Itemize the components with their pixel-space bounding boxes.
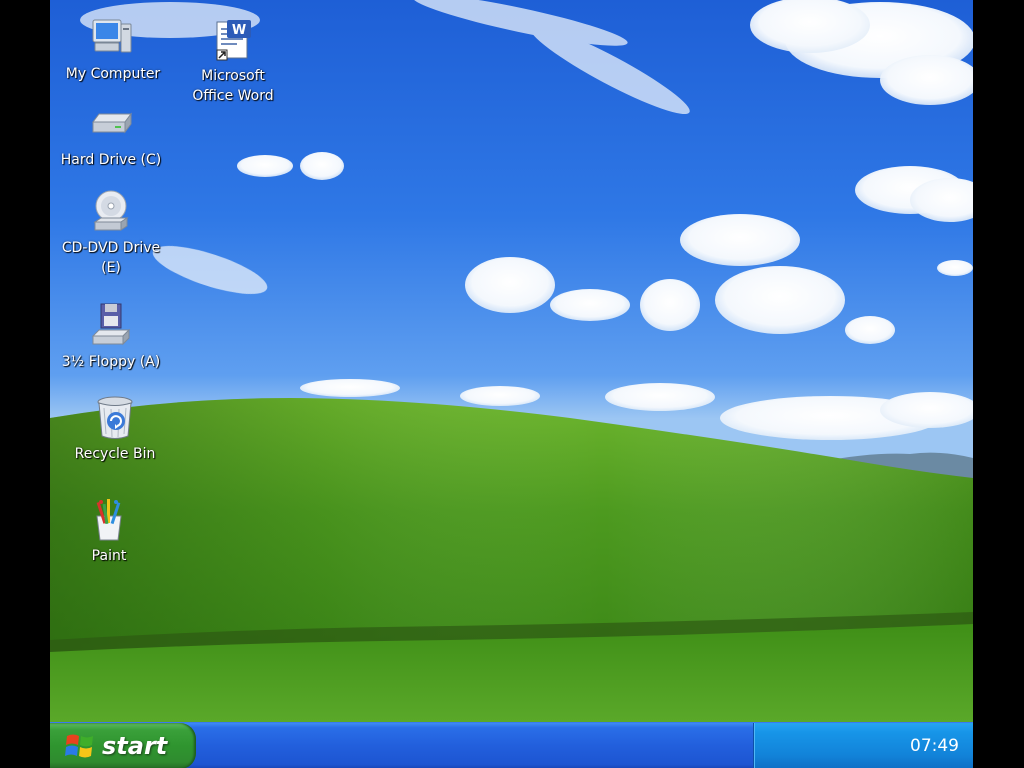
- recycle-bin-icon: [91, 394, 139, 442]
- wallpaper: [50, 0, 973, 722]
- desktop[interactable]: My Computer W Microsoft Office Word Hard…: [50, 0, 973, 722]
- paint-icon: [85, 496, 133, 544]
- desktop-icon-label: Hard Drive (C): [60, 152, 162, 168]
- start-label: start: [102, 732, 168, 760]
- floppy-icon: [87, 302, 135, 350]
- word-icon: W: [209, 16, 257, 64]
- desktop-icon-label: 3½ Floppy (A): [61, 354, 161, 370]
- screen: My Computer W Microsoft Office Word Hard…: [50, 0, 973, 768]
- desktop-icon-hard-drive[interactable]: Hard Drive (C): [52, 100, 170, 170]
- svg-text:W: W: [232, 23, 246, 38]
- system-tray: 07:49: [753, 723, 973, 768]
- desktop-icon-label: Microsoft Office Word: [192, 68, 274, 104]
- desktop-icon-label: CD-DVD Drive (E): [61, 240, 161, 276]
- desktop-icon-cd-dvd-drive[interactable]: CD-DVD Drive (E): [52, 188, 170, 278]
- start-button[interactable]: start: [50, 723, 196, 768]
- my-computer-icon: [89, 14, 137, 62]
- cd-dvd-drive-icon: [87, 188, 135, 236]
- taskbar[interactable]: start 07:49: [50, 722, 973, 768]
- desktop-icon-my-computer[interactable]: My Computer: [54, 14, 172, 84]
- desktop-icon-floppy[interactable]: 3½ Floppy (A): [52, 302, 170, 372]
- desktop-icon-label: Paint: [91, 548, 127, 564]
- desktop-icon-label: Recycle Bin: [74, 446, 156, 462]
- desktop-icon-label: My Computer: [65, 66, 161, 82]
- wispy-clouds: [80, 0, 690, 294]
- desktop-icon-paint[interactable]: Paint: [50, 496, 168, 566]
- desktop-icon-recycle-bin[interactable]: Recycle Bin: [56, 394, 174, 464]
- hard-drive-icon: [87, 100, 135, 148]
- desktop-icon-microsoft-office-word[interactable]: W Microsoft Office Word: [174, 16, 292, 106]
- clock[interactable]: 07:49: [910, 723, 959, 768]
- windows-logo-icon: [65, 734, 93, 758]
